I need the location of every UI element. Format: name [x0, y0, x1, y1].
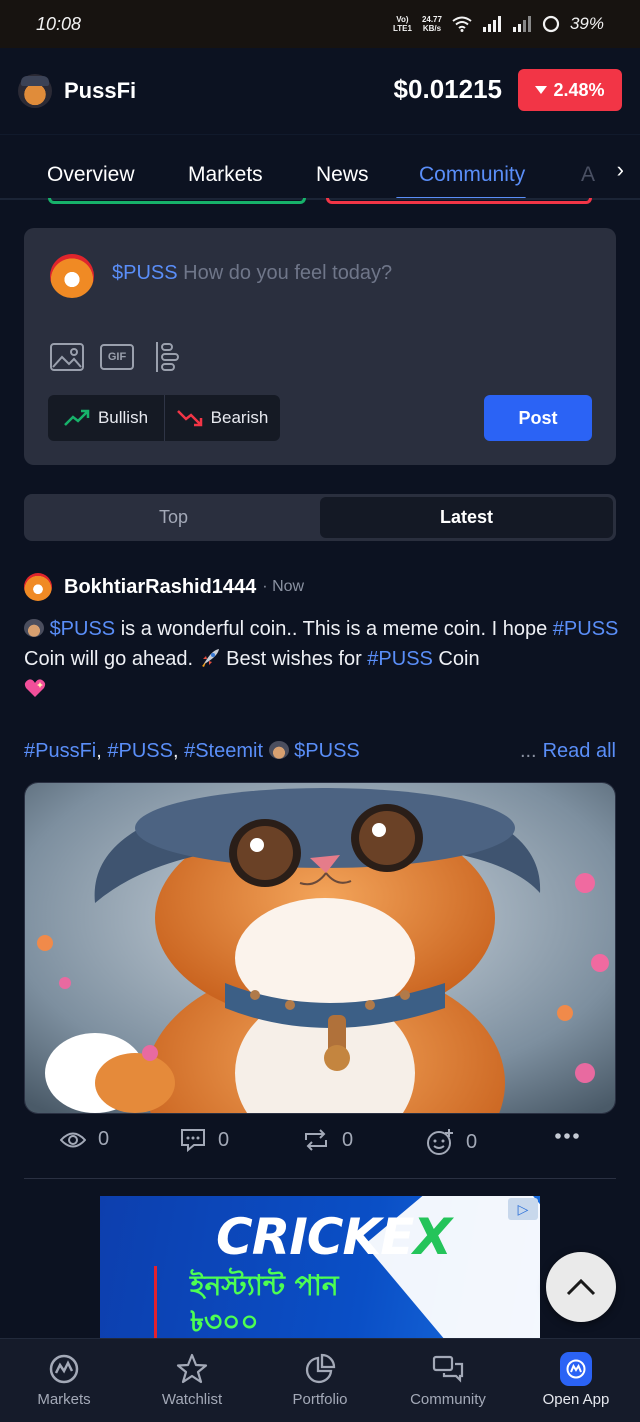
tag-steemit[interactable]: #Steemit	[184, 740, 263, 762]
advertisement-banner[interactable]: CRICKEX ইনস্ট্যান্ট পান ৳৩০০ ▷	[100, 1196, 540, 1342]
post-body: $PUSS is a wonderful coin.. This is a me…	[24, 614, 624, 704]
ticker-link[interactable]: $PUSS	[50, 618, 116, 640]
author-avatar[interactable]	[24, 573, 52, 601]
repost-button[interactable]: 0	[302, 1128, 353, 1152]
battery-icon	[542, 15, 560, 33]
read-all-link[interactable]: ... Read all	[520, 740, 616, 763]
post-image[interactable]	[24, 782, 616, 1114]
poll-icon[interactable]	[150, 342, 184, 372]
tab-markets[interactable]: Markets	[188, 163, 263, 187]
status-time: 10:08	[36, 13, 82, 34]
bottom-navigation: Markets Watchlist Portfolio Community Op…	[0, 1338, 640, 1422]
tab-community[interactable]: Community	[419, 163, 525, 187]
cat-illustration	[25, 783, 615, 1113]
sort-latest[interactable]: Latest	[320, 497, 613, 538]
post-header: BokhtiarRashid1444 · Now	[24, 572, 304, 602]
signal-icon	[482, 16, 501, 32]
volte-indicator: Vo) LTE1	[392, 15, 412, 33]
tag-pussfi[interactable]: #PussFi	[24, 740, 96, 762]
bullish-bar-remnant	[48, 198, 306, 204]
post-divider	[24, 1178, 616, 1179]
bearish-button[interactable]: Bearish	[164, 395, 280, 441]
network-speed: 24.77 KB/s	[421, 15, 442, 33]
status-icons: Vo) LTE1 24.77 KB/s 39%	[393, 14, 604, 34]
reaction-button[interactable]: 0	[426, 1128, 477, 1156]
tag-ticker[interactable]: $PUSS	[294, 740, 360, 762]
post-composer: $PUSS How do you feel today? GIF Bullish…	[24, 228, 616, 465]
nav-portfolio[interactable]: Portfolio	[256, 1339, 384, 1422]
nav-community[interactable]: Community	[384, 1339, 512, 1422]
status-bar: 10:08 Vo) LTE1 24.77 KB/s 39%	[0, 0, 640, 48]
ad-amount: ৳৩০০	[190, 1305, 259, 1338]
signal-icon-2	[512, 16, 531, 32]
post-stats: 0 0 0 0	[0, 1128, 640, 1158]
sort-top[interactable]: Top	[27, 497, 320, 538]
more-dots-icon	[555, 1133, 579, 1139]
price-change-value: 2.48%	[553, 79, 605, 100]
image-icon[interactable]	[50, 342, 84, 372]
nav-markets[interactable]: Markets	[0, 1339, 128, 1422]
cat-emoji-icon	[268, 741, 289, 759]
composer-ticker: $PUSS	[112, 262, 178, 284]
user-avatar	[50, 254, 94, 298]
bearish-label: Bearish	[210, 408, 269, 427]
tab-news[interactable]: News	[316, 163, 369, 187]
pie-chart-icon	[304, 1353, 336, 1385]
cat-emoji-icon	[24, 619, 44, 637]
post-button[interactable]: Post	[484, 395, 592, 441]
author-name[interactable]: BokhtiarRashid1444	[64, 576, 256, 599]
star-icon	[176, 1353, 208, 1385]
tab-bar: Overview Markets News Community A ›	[0, 134, 640, 200]
composer-input[interactable]: $PUSS How do you feel today?	[112, 262, 392, 285]
chevron-up-icon	[566, 1278, 596, 1296]
feed-sort-toggle: Top Latest	[24, 494, 616, 541]
ad-brand: CRICKEX	[216, 1208, 452, 1266]
chat-icon	[432, 1353, 464, 1385]
bullish-button[interactable]: Bullish	[48, 395, 164, 441]
eye-icon	[60, 1132, 86, 1147]
hashtag-link[interactable]: #PUSS	[553, 618, 619, 640]
battery-percent: 39%	[569, 14, 604, 33]
wifi-icon	[452, 16, 472, 32]
nav-watchlist[interactable]: Watchlist	[128, 1339, 256, 1422]
down-arrow-icon	[535, 86, 548, 94]
views-stat: 0	[60, 1128, 109, 1151]
post-time: · Now	[262, 578, 305, 595]
tab-overview[interactable]: Overview	[47, 163, 135, 187]
bearish-bar-remnant	[326, 198, 592, 204]
nav-open-app[interactable]: Open App	[512, 1339, 640, 1422]
markets-icon	[48, 1353, 80, 1385]
rocket-emoji-icon	[201, 649, 219, 667]
open-app-icon	[560, 1352, 592, 1386]
chevron-right-icon[interactable]: ›	[617, 157, 624, 183]
sentiment-selector: Bullish Bearish	[48, 395, 280, 441]
ad-accent-bar	[154, 1266, 157, 1342]
add-reaction-icon	[427, 1129, 453, 1155]
coin-name: PussFi	[64, 78, 137, 103]
ad-choices-icon[interactable]: ▷	[508, 1198, 538, 1220]
post-tags: #PussFi, #PUSS, #Steemit $PUSS ... Read a…	[24, 740, 616, 763]
tag-puss[interactable]: #PUSS	[107, 740, 173, 762]
coin-logo	[18, 74, 52, 108]
sparkle-heart-emoji-icon	[24, 679, 46, 697]
comment-button[interactable]: 0	[180, 1128, 229, 1152]
more-options-button[interactable]	[554, 1132, 580, 1140]
repost-icon	[305, 1129, 327, 1151]
scroll-to-top-button[interactable]	[546, 1252, 616, 1322]
gif-icon[interactable]: GIF	[100, 344, 134, 370]
bullish-label: Bullish	[97, 408, 149, 427]
coin-header: PussFi $0.01215 2.48%	[0, 48, 640, 134]
trend-up-icon	[64, 409, 90, 426]
coin-price: $0.01215	[393, 74, 502, 104]
trend-down-icon	[176, 410, 202, 427]
price-change-badge: 2.48%	[518, 69, 622, 111]
composer-placeholder: How do you feel today?	[183, 262, 393, 284]
hashtag-link-2[interactable]: #PUSS	[367, 648, 433, 670]
tab-partial[interactable]: A	[581, 163, 595, 187]
comment-icon	[181, 1129, 205, 1152]
